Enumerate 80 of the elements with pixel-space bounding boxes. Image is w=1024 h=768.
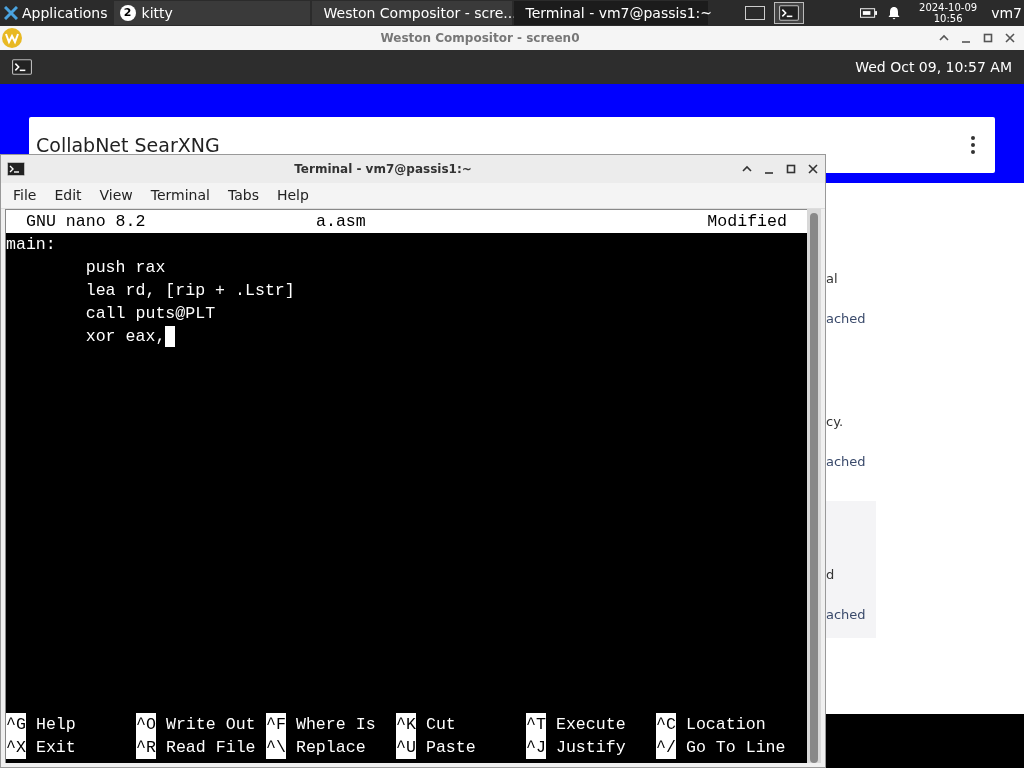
shortcut-key: ^\ [266, 736, 286, 759]
shortcut-item[interactable]: ^C Location [656, 713, 786, 736]
shortcut-item[interactable]: ^X Exit [6, 736, 136, 759]
shortcut-item[interactable]: ^K Cut [396, 713, 526, 736]
shortcut-key: ^J [526, 736, 546, 759]
file-name: a.asm [316, 211, 367, 233]
shortcut-item[interactable]: ^/ Go To Line [656, 736, 786, 759]
shortcut-key: ^F [266, 713, 286, 736]
shortcut-label: Go To Line [685, 737, 786, 759]
shortcut-key: ^U [396, 736, 416, 759]
shortcut-item[interactable]: ^O Write Out [136, 713, 266, 736]
app-logo-icon [4, 6, 18, 20]
menu-item[interactable]: Edit [54, 185, 82, 206]
workspace-button[interactable] [773, 2, 804, 24]
editor-version: GNU nano 8.2 [26, 211, 147, 233]
close-icon[interactable] [1004, 32, 1016, 44]
window-thumbnail-icon [778, 5, 799, 21]
shortcut-item[interactable]: ^R Read File [136, 736, 266, 759]
code-line: main: [6, 234, 56, 256]
applications-menu[interactable]: Applications [0, 0, 112, 26]
shortcut-key: ^T [526, 713, 546, 736]
shortcut-label: Help [35, 714, 76, 736]
time-text: 10:56 [933, 13, 963, 24]
shortcut-label: Read File [165, 737, 256, 759]
shortcut-item[interactable]: ^U Paste [396, 736, 526, 759]
window-title: Terminal - vm7@passis1:~ [293, 161, 473, 178]
terminal-icon [7, 162, 25, 176]
code-line: push rax [84, 257, 166, 279]
site-title: CollabNet SearXNG [36, 132, 220, 158]
more-options-icon[interactable] [971, 136, 975, 154]
shortcut-key: ^/ [656, 736, 676, 759]
shortcut-key: ^O [136, 713, 156, 736]
window-title: Weston Compositor - screen0 [379, 30, 581, 47]
maximize-icon[interactable] [785, 163, 797, 175]
window-thumbnail-icon [744, 6, 765, 20]
result-snippet: cy. [826, 413, 845, 431]
result-link[interactable]: ached [826, 308, 876, 328]
terminal-launcher-icon [12, 59, 32, 75]
code-line: lea rd, [rip + .Lstr] [84, 280, 295, 302]
menu-item[interactable]: Terminal [150, 185, 210, 206]
shortcut-item[interactable]: ^\ Replace [266, 736, 396, 759]
result-link[interactable]: ached [826, 451, 876, 471]
shortcut-label: Replace [295, 737, 366, 759]
maximize-icon[interactable] [982, 32, 994, 44]
shortcut-item[interactable]: ^G Help [6, 713, 136, 736]
code-line: xor eax, [84, 326, 166, 348]
count-badge: 2 [119, 5, 136, 21]
result-link[interactable]: ached [826, 604, 876, 624]
code-line: call puts@PLT [84, 303, 216, 325]
result-snippet: d [826, 566, 836, 584]
shortcut-label: Justify [555, 737, 626, 759]
shortcut-key: ^R [136, 736, 156, 759]
shortcut-key: ^K [396, 713, 416, 736]
menu-item[interactable]: File [13, 185, 37, 206]
shortcut-label: Paste [425, 737, 476, 759]
shortcut-item[interactable]: ^F Where Is [266, 713, 396, 736]
shortcut-label: Location [685, 714, 766, 736]
shortcut-label: Execute [555, 714, 626, 736]
shortcut-label: Cut [425, 714, 456, 736]
date-text: 2024-10-09 [919, 2, 978, 13]
shortcut-item[interactable]: ^T Execute [526, 713, 656, 736]
modified-status: Modified [707, 211, 787, 233]
shortcut-key: ^X [6, 736, 26, 759]
task-button[interactable]: Weston Compositor - scre... [311, 1, 512, 25]
shortcut-item[interactable]: ^J Justify [526, 736, 656, 759]
shortcut-label: Exit [35, 737, 76, 759]
result-snippet: al [826, 270, 839, 288]
shortcut-key: ^C [656, 713, 676, 736]
menu-item[interactable]: Help [276, 185, 309, 206]
shortcut-label: Where Is [295, 714, 376, 736]
shortcut-label: Write Out [165, 714, 256, 736]
panel-clock: Wed Oct 09, 10:57 AM [855, 57, 1012, 77]
task-button[interactable]: 2 kitty [113, 1, 310, 25]
user-name: vm7 [991, 3, 1022, 23]
menu-item[interactable]: Tabs [227, 185, 259, 206]
bell-icon[interactable] [887, 6, 902, 20]
battery-icon [860, 7, 878, 19]
close-icon[interactable] [807, 163, 819, 175]
menu-item[interactable]: View [99, 185, 133, 206]
shortcut-key: ^G [6, 713, 26, 736]
